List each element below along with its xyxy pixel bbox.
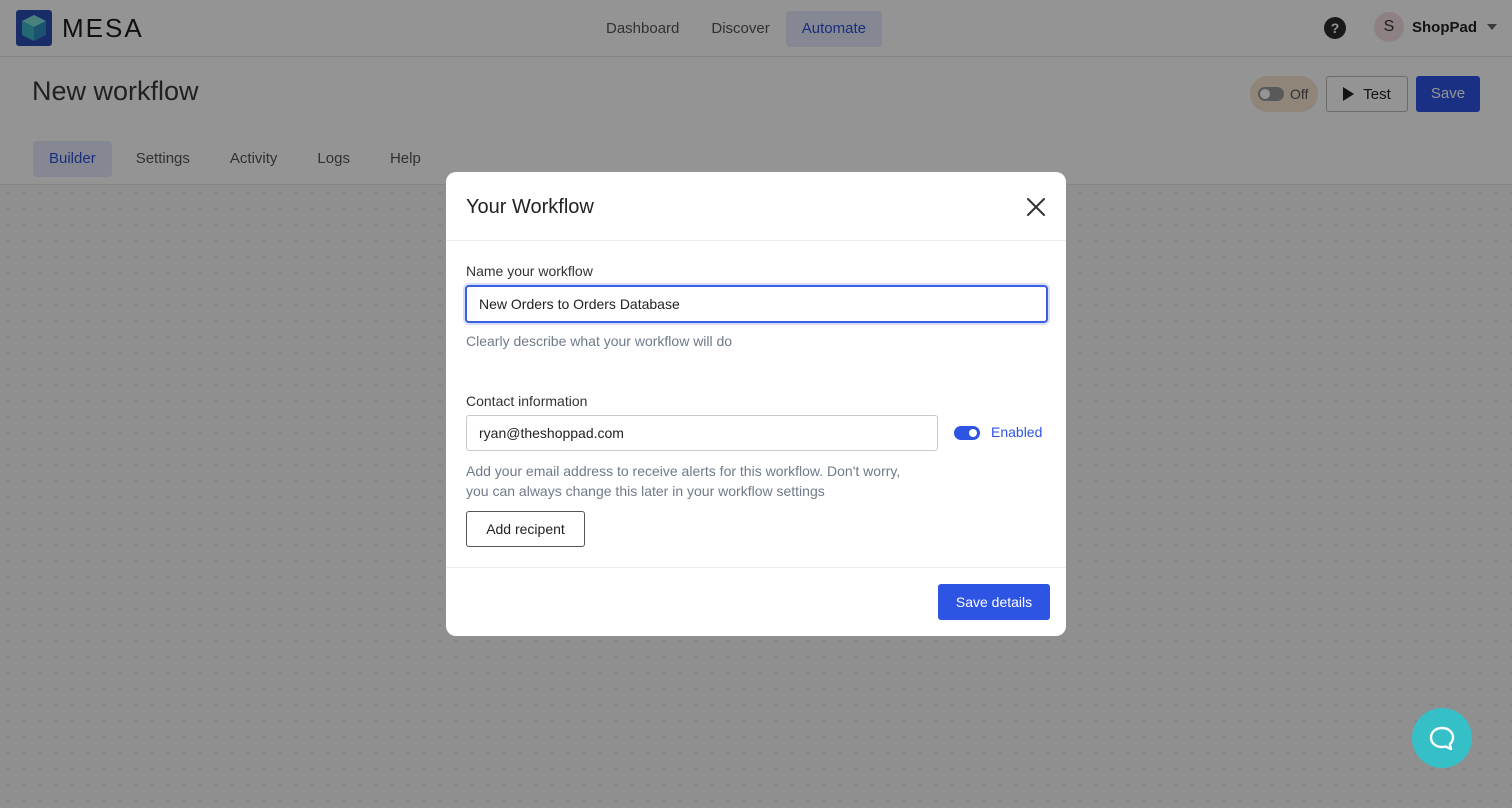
workflow-name-hint: Clearly describe what your workflow will…	[466, 333, 733, 349]
contact-info-label: Contact information	[466, 393, 588, 409]
workflow-details-modal: Your Workflow Name your workflow Clearly…	[446, 172, 1066, 636]
modal-divider	[446, 240, 1066, 241]
workflow-name-label: Name your workflow	[466, 263, 593, 279]
email-field[interactable]	[466, 415, 938, 451]
modal-title: Your Workflow	[466, 196, 594, 218]
alerts-enabled-toggle[interactable]	[954, 426, 980, 440]
add-recipient-button[interactable]: Add recipent	[466, 511, 585, 547]
close-icon[interactable]	[1024, 195, 1048, 219]
chat-launcher-button[interactable]	[1412, 708, 1472, 768]
save-details-button[interactable]: Save details	[938, 584, 1050, 620]
alerts-enabled-label: Enabled	[991, 424, 1043, 440]
chat-icon	[1429, 726, 1455, 751]
contact-hint-line-2: you can always change this later in your…	[466, 483, 825, 499]
workflow-name-input[interactable]	[465, 285, 1048, 323]
contact-hint-line-1: Add your email address to receive alerts…	[466, 463, 901, 479]
modal-footer-divider	[446, 567, 1066, 568]
